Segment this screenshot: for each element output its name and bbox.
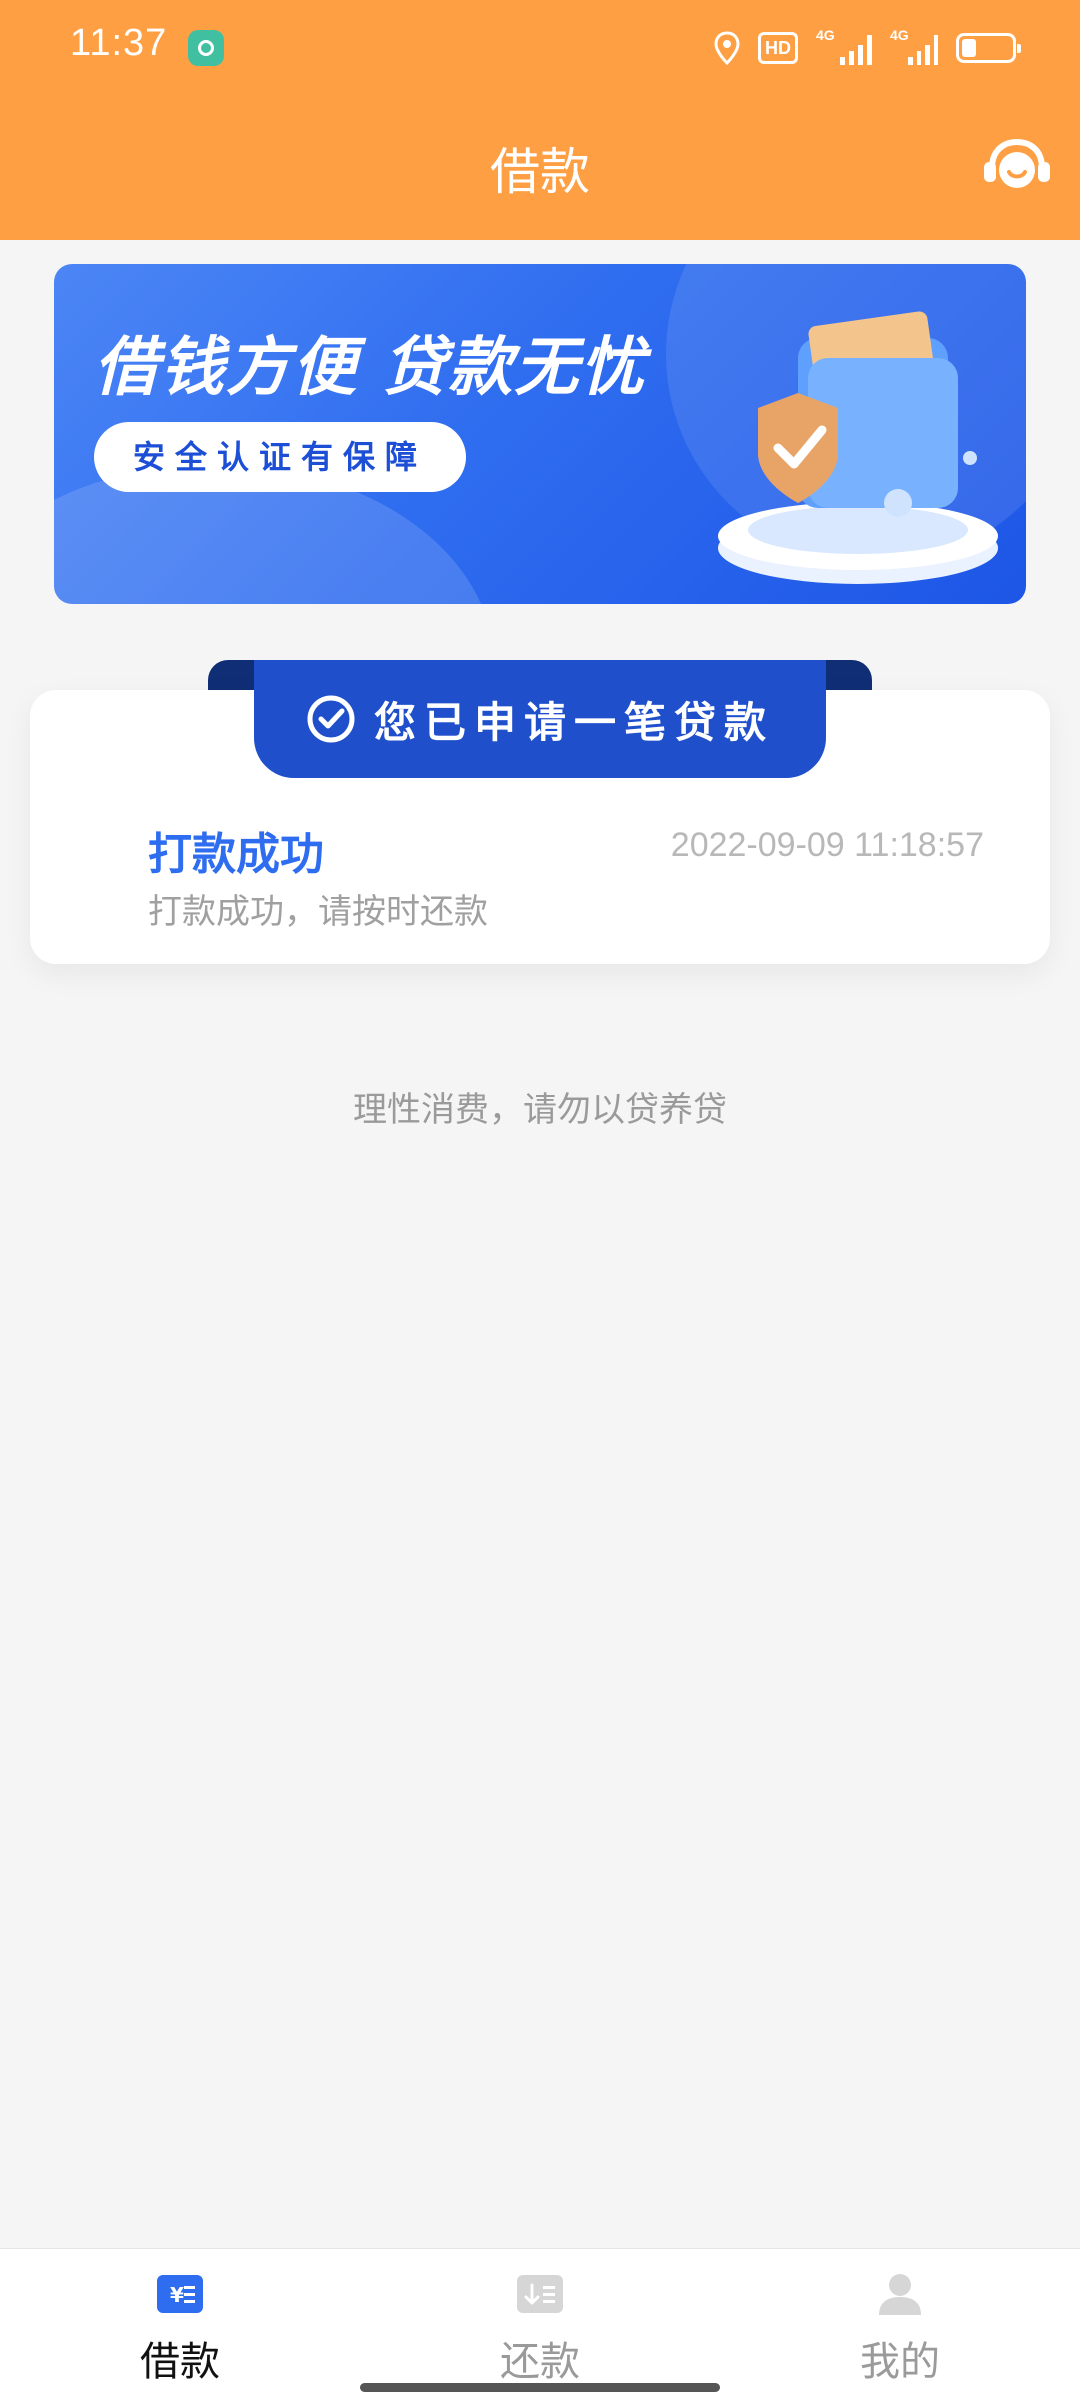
banner-security-pill: 安全认证有保障: [94, 422, 466, 492]
customer-service-icon[interactable]: [982, 136, 1052, 196]
status-time: 11:37: [70, 22, 168, 64]
nav-item-repay[interactable]: 还款: [360, 2249, 720, 2400]
loan-status-time: 2022-09-09 11:18:57: [670, 826, 984, 864]
repay-icon: [517, 2275, 563, 2313]
page-title: 借款: [490, 143, 590, 201]
ribbon-text: 您已申请一笔贷款: [373, 697, 774, 747]
app-header: 11:37 HD 4G 4G 借款: [0, 0, 1080, 240]
bottom-nav: ¥ 借款 还款 我的: [0, 2248, 1080, 2400]
nav-label-loan: 借款: [140, 2339, 220, 2385]
notification-app-icon: [188, 30, 224, 66]
battery-icon: [956, 33, 1021, 63]
loan-applied-ribbon: 您已申请一笔贷款: [254, 660, 826, 778]
status-icons: HD 4G 4G: [714, 27, 1021, 68]
nav-item-mine[interactable]: 我的: [720, 2249, 1080, 2400]
nav-item-loan[interactable]: ¥ 借款: [0, 2249, 360, 2400]
loan-status-title: 打款成功: [148, 829, 324, 880]
profile-icon: [879, 2274, 921, 2315]
responsible-borrowing-tip: 理性消费，请勿以贷养贷: [353, 1090, 727, 1130]
loan-status-desc: 打款成功，请按时还款: [148, 892, 488, 932]
signal-icon: 4G: [816, 27, 872, 65]
loan-icon: ¥: [157, 2275, 203, 2313]
signal-icon-2: 4G: [890, 27, 938, 65]
promo-banner[interactable]: 借钱方便 贷款无忧 安全认证有保障: [54, 264, 1026, 604]
banner-headline: 借钱方便 贷款无忧: [94, 331, 647, 405]
nav-label-repay: 还款: [500, 2339, 580, 2385]
check-circle-icon: [307, 695, 355, 743]
svg-text:¥: ¥: [170, 2283, 184, 2307]
status-bar: 11:37 HD 4G 4G: [0, 0, 1080, 96]
hd-badge: HD: [758, 32, 798, 64]
nav-label-mine: 我的: [860, 2339, 940, 2385]
location-icon: [714, 31, 740, 65]
home-indicator[interactable]: [360, 2383, 720, 2392]
security-folder-illustration: [718, 311, 998, 584]
